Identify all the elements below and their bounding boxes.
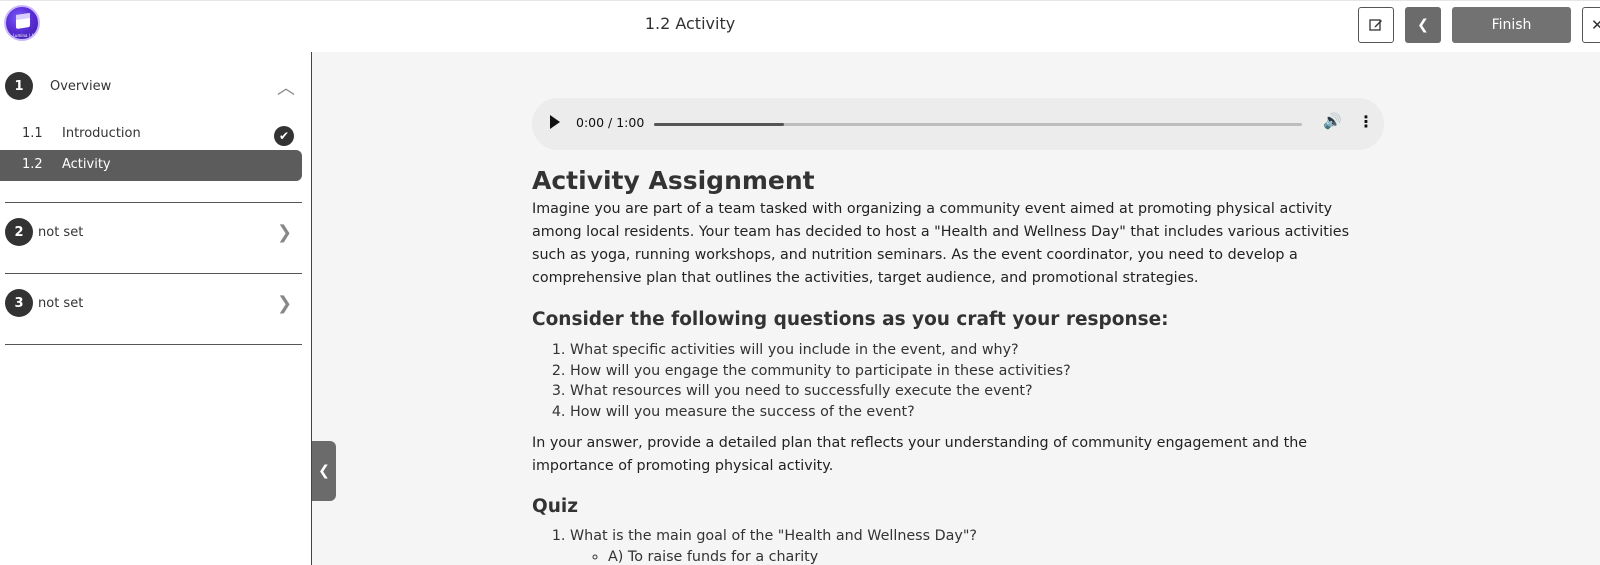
answer-instructions: In your answer, provide a detailed plan …	[532, 435, 1308, 474]
cube-icon	[16, 13, 30, 29]
list-item: How will you engage the community to par…	[570, 361, 1382, 382]
divider	[5, 273, 302, 274]
section-label: not set	[38, 225, 84, 240]
audio-player: 0:00 / 1:00 🔊 ⋮	[532, 98, 1384, 150]
questions-list: What specific activities will you includ…	[532, 340, 1382, 422]
quiz-option: A) To raise funds for a charity	[608, 547, 1382, 565]
section-label: not set	[38, 296, 84, 311]
section-number: 1	[5, 72, 33, 100]
section-2[interactable]: 2 not set ❯	[5, 218, 302, 248]
page-title: 1.2 Activity	[644, 14, 736, 33]
chevron-right-icon[interactable]: ❯	[277, 222, 292, 243]
previous-button[interactable]: ❮	[1405, 7, 1441, 43]
app-logo[interactable]: Lumina | AI	[4, 5, 40, 41]
main-content: Activity Assignment Imagine you are part…	[532, 165, 1382, 565]
section-3[interactable]: 3 not set ❯	[5, 289, 302, 319]
audio-time: 0:00 / 1:00	[576, 115, 645, 130]
divider	[5, 202, 302, 203]
volume-icon[interactable]: 🔊	[1323, 112, 1342, 130]
edit-button[interactable]	[1358, 7, 1394, 43]
sidebar-item-introduction[interactable]: 1.1 Introduction ✔	[0, 119, 302, 150]
section-label: Overview	[50, 79, 112, 94]
assignment-title: Activity Assignment	[532, 166, 815, 195]
audio-seek-bar[interactable]	[654, 123, 1302, 126]
list-item: How will you measure the success of the …	[570, 402, 1382, 423]
close-icon: ✕	[1591, 16, 1600, 34]
finish-button[interactable]: Finish	[1452, 7, 1571, 43]
item-number: 1.2	[22, 157, 43, 172]
chevron-left-icon: ❮	[1417, 17, 1429, 33]
audio-progress	[654, 123, 784, 126]
section-overview[interactable]: 1 Overview ︿	[5, 72, 302, 102]
quiz-heading: Quiz	[532, 496, 579, 517]
chevron-up-icon[interactable]: ︿	[277, 74, 295, 100]
check-icon: ✔	[274, 126, 294, 146]
chevron-left-icon: ❮	[318, 463, 330, 479]
more-options-icon[interactable]: ⋮	[1358, 112, 1374, 131]
quiz-options: A) To raise funds for a charity	[570, 547, 1382, 565]
sidebar-item-activity[interactable]: 1.2 Activity	[0, 150, 302, 181]
questions-heading: Consider the following questions as you …	[532, 309, 1169, 330]
item-label: Activity	[62, 157, 111, 172]
top-bar: Lumina | AI 1.2 Activity ❮ Finish ✕	[0, 0, 1600, 52]
quiz-question-text: What is the main goal of the "Health and…	[570, 528, 978, 544]
section-number: 2	[5, 218, 33, 246]
assignment-intro: Imagine you are part of a team tasked wi…	[532, 201, 1350, 286]
collapse-sidebar-button[interactable]: ❮	[312, 441, 336, 501]
divider	[5, 344, 302, 345]
play-icon[interactable]	[550, 115, 560, 129]
list-item: What specific activities will you includ…	[570, 340, 1382, 361]
sidebar: 1 Overview ︿ 1.1 Introduction ✔ 1.2 Acti…	[0, 52, 312, 565]
chevron-right-icon[interactable]: ❯	[277, 293, 292, 314]
close-button[interactable]: ✕	[1582, 7, 1600, 43]
edit-icon	[1369, 19, 1382, 31]
item-label: Introduction	[62, 126, 141, 141]
list-item: What resources will you need to successf…	[570, 381, 1382, 402]
logo-text: Lumina | AI	[12, 33, 36, 38]
quiz-list: What is the main goal of the "Health and…	[532, 526, 1382, 565]
quiz-question: What is the main goal of the "Health and…	[570, 526, 1382, 565]
section-number: 3	[5, 289, 33, 317]
item-number: 1.1	[22, 126, 43, 141]
